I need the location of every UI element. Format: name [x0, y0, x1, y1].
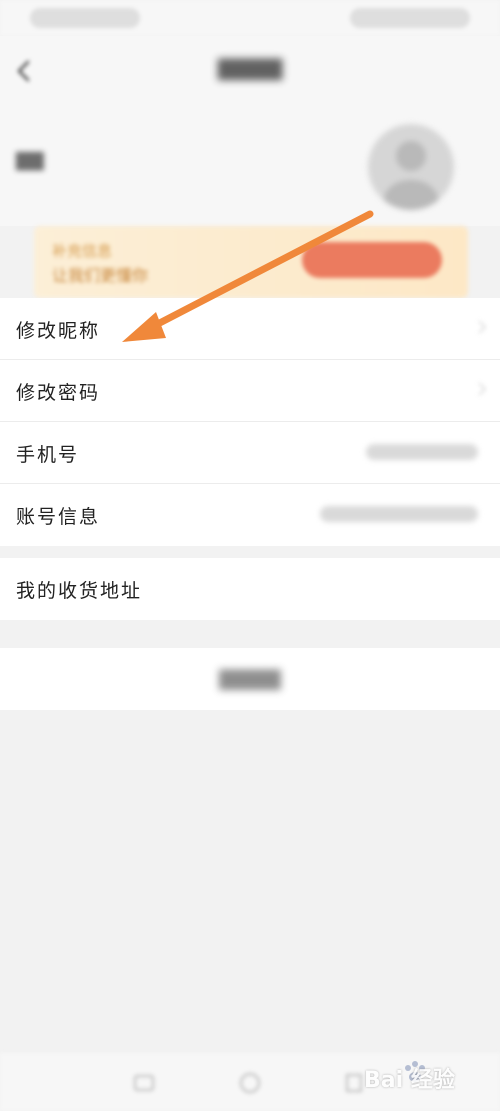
promo-line-1: 补充信息 [52, 242, 113, 260]
default-avatar-icon [384, 141, 438, 210]
watermark-text: Bai 经验 [364, 1068, 455, 1093]
chevron-right-icon [478, 320, 486, 334]
status-bar [0, 0, 500, 36]
status-bar-right [350, 8, 470, 28]
avatar-label: ▇▇ [16, 150, 44, 171]
settings-item-shipping-address[interactable]: 我的收货地址 [0, 558, 500, 620]
page-title: ▇▇▇▇ [217, 56, 283, 80]
page-header: ▇▇▇▇ [0, 36, 500, 106]
account-settings-screen: ▇▇▇▇ ▇▇ 补充信息 让我们更懂你 修改昵称 修改密码 手机号 账号信息 我… [0, 0, 500, 1111]
settings-list: 修改昵称 修改密码 手机号 账号信息 [0, 298, 500, 546]
baidu-jingyan-watermark: Bai 经验 [364, 1056, 494, 1100]
account-info-value [320, 506, 478, 522]
supplement-info-banner[interactable]: 补充信息 让我们更懂你 [34, 226, 468, 298]
settings-item-edit-nickname[interactable]: 修改昵称 [0, 298, 500, 360]
logout-label: ▇▇▇▇ [219, 666, 281, 690]
settings-item-label: 修改昵称 [16, 320, 101, 342]
status-bar-left [30, 8, 140, 28]
nav-home-icon[interactable] [238, 1071, 262, 1095]
settings-item-label: 账号信息 [16, 506, 101, 528]
logout-button[interactable]: ▇▇▇▇ [0, 648, 500, 710]
settings-item-account-info[interactable]: 账号信息 [0, 484, 500, 546]
address-label: 我的收货地址 [16, 580, 143, 602]
promo-button[interactable] [302, 242, 442, 278]
nav-menu-icon[interactable] [132, 1071, 156, 1095]
settings-item-label: 修改密码 [16, 382, 101, 404]
phone-number-value [366, 444, 478, 460]
avatar-row[interactable]: ▇▇ [0, 106, 500, 226]
nav-back-icon[interactable] [342, 1071, 366, 1095]
chevron-right-icon [478, 382, 486, 396]
settings-item-label: 手机号 [16, 444, 80, 466]
settings-item-change-password[interactable]: 修改密码 [0, 360, 500, 422]
promo-line-2: 让我们更懂你 [52, 266, 149, 285]
avatar[interactable] [368, 124, 454, 210]
settings-item-phone-number[interactable]: 手机号 [0, 422, 500, 484]
